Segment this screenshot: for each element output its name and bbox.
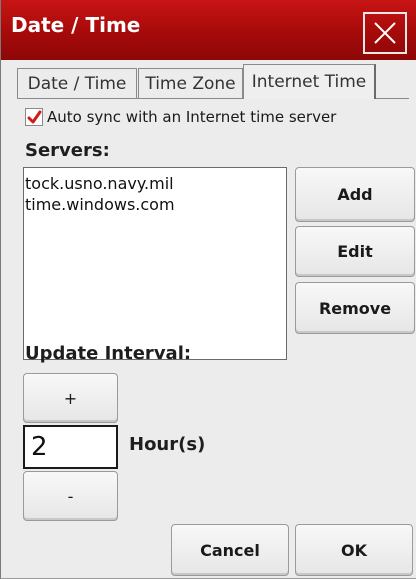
date-time-window: Date / Time Date / Time Time Zone Intern… — [0, 0, 416, 579]
remove-button-label: Remove — [318, 298, 392, 318]
checkmark-icon — [27, 110, 42, 124]
ok-button-label: OK — [341, 540, 367, 560]
servers-label: Servers: — [25, 140, 110, 161]
tab-date-time[interactable]: Date / Time — [17, 68, 137, 98]
cancel-button[interactable]: Cancel — [171, 524, 289, 576]
interval-unit-label: Hour(s) — [129, 434, 206, 455]
window-title: Date / Time — [11, 13, 141, 37]
edit-button-label: Edit — [337, 242, 373, 261]
list-item[interactable]: time.windows.com — [25, 194, 286, 215]
remove-server-button[interactable]: Remove — [295, 282, 415, 334]
tab-internet-time-label: Internet Time — [251, 72, 367, 92]
edit-server-button[interactable]: Edit — [295, 226, 415, 277]
tab-date-time-label: Date / Time — [27, 73, 127, 94]
tab-internet-time[interactable]: Internet Time — [243, 64, 376, 99]
ok-button[interactable]: OK — [295, 524, 413, 576]
auto-sync-label: Auto sync with an Internet time server — [47, 108, 337, 126]
server-list[interactable]: tock.usno.navy.mil time.windows.com — [23, 167, 287, 360]
auto-sync-checkbox[interactable] — [25, 108, 43, 126]
tab-time-zone[interactable]: Time Zone — [138, 68, 243, 98]
increment-label: + — [63, 388, 78, 408]
tab-time-zone-label: Time Zone — [145, 73, 236, 94]
decrement-interval-button[interactable]: - — [23, 471, 118, 521]
decrement-label: - — [67, 486, 74, 506]
close-button[interactable] — [363, 12, 407, 54]
add-button-label: Add — [337, 185, 373, 204]
list-item[interactable]: tock.usno.navy.mil — [25, 173, 286, 194]
increment-interval-button[interactable]: + — [23, 373, 118, 423]
update-interval-label: Update Interval: — [25, 343, 192, 364]
title-bar: Date / Time — [1, 0, 416, 60]
cancel-button-label: Cancel — [200, 540, 260, 560]
add-server-button[interactable]: Add — [295, 167, 415, 222]
close-icon — [374, 22, 396, 44]
interval-input[interactable] — [23, 425, 118, 469]
